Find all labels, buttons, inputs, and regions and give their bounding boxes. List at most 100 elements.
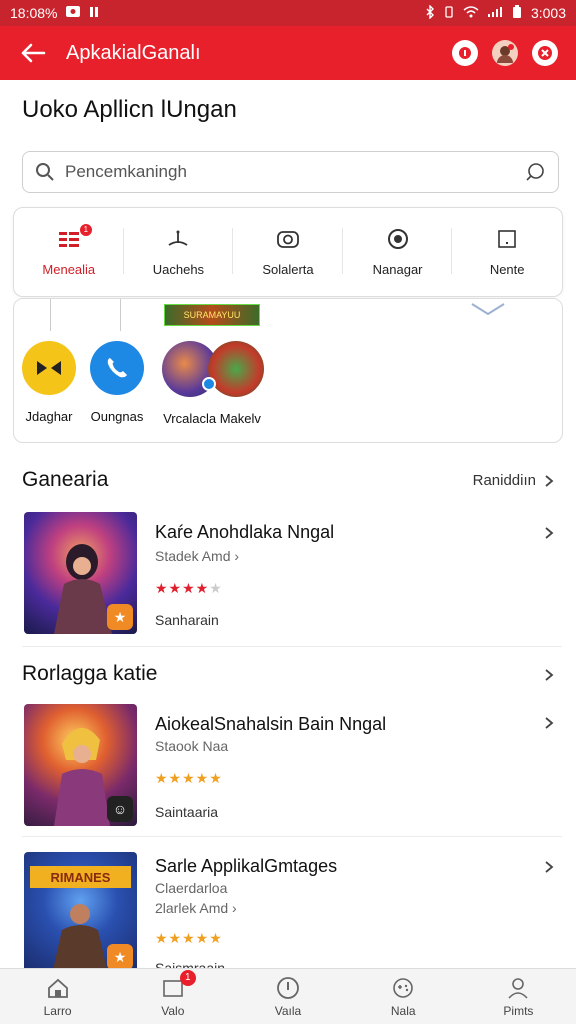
nav-vaila[interactable]: Vaıla: [230, 969, 345, 1024]
see-all-label: Raniddiın: [472, 472, 536, 489]
game-item[interactable]: ☺ AiokealSnahalsin Bain Nngal Staook Naa…: [0, 704, 576, 844]
nav-badge: 1: [179, 969, 196, 986]
phone-icon: [90, 341, 144, 395]
nav-nala[interactable]: Nala: [346, 969, 461, 1024]
category-badge: 1: [79, 223, 92, 236]
square-icon: [494, 228, 520, 250]
game-thumbnail: ☺: [24, 704, 137, 826]
game-badge-icon: ★: [107, 944, 133, 970]
category-label: Nanagar: [372, 261, 423, 277]
eye-icon: [385, 228, 411, 250]
battery-icon: [511, 4, 523, 22]
search-input[interactable]: [65, 162, 514, 182]
featured-apps-panel: SURAMAYUU Jdaghar Oungnas Vrcalacla Make…: [13, 298, 563, 443]
close-button[interactable]: [532, 40, 558, 66]
status-time-right: 3:003: [530, 5, 566, 21]
help-button[interactable]: [452, 40, 478, 66]
category-nanagar[interactable]: Nanagar: [343, 208, 453, 296]
chevron-right-icon[interactable]: [544, 526, 554, 540]
divider: [22, 836, 562, 837]
window-icon: 1: [160, 969, 196, 1000]
nav-label: Vaıla: [274, 1003, 302, 1018]
search-icon: [36, 163, 54, 181]
category-label: Uachehs: [152, 261, 205, 277]
wifi-icon: [463, 5, 479, 21]
chevron-right-icon[interactable]: [544, 668, 554, 682]
signal-icon: [487, 5, 503, 21]
promo-banner[interactable]: SURAMAYUU: [164, 304, 260, 326]
game-avatar-icon: [162, 341, 264, 397]
image-notification-icon: [65, 5, 81, 21]
app-vrcalacla-makelv[interactable]: Vrcalacla Makelv: [162, 341, 264, 426]
bowtie-icon: [22, 341, 76, 395]
game-developer: Stadek Amd ›: [155, 548, 240, 564]
nav-larro[interactable]: Larro: [0, 969, 115, 1024]
nav-pimts[interactable]: Pimts: [461, 969, 576, 1024]
game-title: AiokealSnahalsin Bain Nngal: [155, 714, 387, 734]
app-jdaghar[interactable]: Jdaghar: [22, 341, 76, 424]
chevron-right-icon[interactable]: [544, 716, 554, 730]
camera-icon: [275, 228, 301, 250]
compass-icon: [275, 976, 301, 1000]
antenna-icon: [165, 228, 191, 250]
nav-label: Valo: [161, 1003, 185, 1018]
app-oungnas[interactable]: Oungnas: [90, 341, 144, 424]
category-uachehs[interactable]: Uachehs: [124, 208, 234, 296]
game-status: Sanharain: [155, 612, 219, 628]
grid-icon: 1: [56, 223, 92, 250]
rating-stars: ★★★★★: [155, 770, 223, 786]
app-label: Oungnas: [90, 409, 144, 424]
game-status: Saintaaria: [155, 804, 219, 820]
game-category: 2larlek Amd ›: [155, 900, 237, 916]
category-label: Menealia: [42, 261, 96, 277]
game-badge-icon: ★: [107, 604, 133, 630]
game-title: Sarle ApplikalGmtages: [155, 856, 338, 876]
section-title: Ganearia: [22, 468, 109, 491]
status-time-left: 18:08%: [10, 5, 58, 21]
game-thumbnail: RIMANES ★: [24, 852, 137, 974]
game-developer: Staook Naa: [155, 738, 229, 754]
divider: [120, 299, 121, 331]
app-label: Jdaghar: [25, 409, 73, 424]
stars-empty: ★: [209, 580, 223, 596]
divider: [50, 299, 51, 331]
nav-label: Pimts: [503, 1003, 534, 1018]
page-title: Uoko Apllicn lUngan: [22, 96, 237, 123]
voice-search-icon[interactable]: [524, 161, 546, 183]
category-menealia[interactable]: 1 Menealia: [14, 208, 124, 296]
chevron-right-icon: [545, 474, 554, 487]
chat-bubble-icon: [459, 47, 471, 59]
app-label: Vrcalacla Makelv: [163, 411, 261, 426]
category-nente[interactable]: Nente: [452, 208, 562, 296]
arrow-left-icon: [21, 43, 46, 63]
controller-icon: [390, 976, 416, 1000]
rating-stars: ★★★★★: [155, 930, 223, 946]
chevron-down-icon[interactable]: [470, 301, 506, 317]
category-solalerta[interactable]: Solalerta: [233, 208, 343, 296]
pause-icon: [89, 5, 99, 21]
section-title: Rorlagga katie: [22, 662, 158, 685]
rating-stars: ★★★★★: [155, 580, 223, 597]
game-developer: Claerdarloa: [155, 880, 228, 896]
close-icon: [538, 46, 552, 60]
game-item[interactable]: ★ Kaŕe Anohdlaka Nngal Stadek Amd › ★★★★…: [0, 512, 576, 652]
see-all-link[interactable]: Raniddiın: [473, 472, 554, 489]
game-thumbnail: ★: [24, 512, 137, 634]
profile-avatar-button[interactable]: [492, 40, 518, 66]
category-label: Nente: [489, 261, 525, 277]
category-tabs: 1 Menealia Uachehs Solalerta Nanagar Nen…: [13, 207, 563, 297]
bottom-navigation: Larro 1 Valo Vaıla Nala Pimts: [0, 968, 576, 1024]
back-button[interactable]: [0, 26, 66, 80]
search-bar: [22, 151, 559, 193]
game-title: Kaŕe Anohdlaka Nngal: [155, 522, 335, 542]
game-badge-icon: ☺: [107, 796, 133, 822]
divider: [22, 646, 562, 647]
nav-label: Nala: [390, 1003, 416, 1018]
category-label: Solalerta: [262, 261, 314, 277]
profile-icon: [505, 976, 531, 1000]
status-bar: 18:08% 3:003: [0, 0, 576, 26]
nav-valo[interactable]: 1 Valo: [115, 969, 230, 1024]
app-bar-title: ApkakialGanalı: [66, 41, 201, 64]
vibrate-icon: [443, 5, 455, 21]
chevron-right-icon[interactable]: [544, 860, 554, 874]
